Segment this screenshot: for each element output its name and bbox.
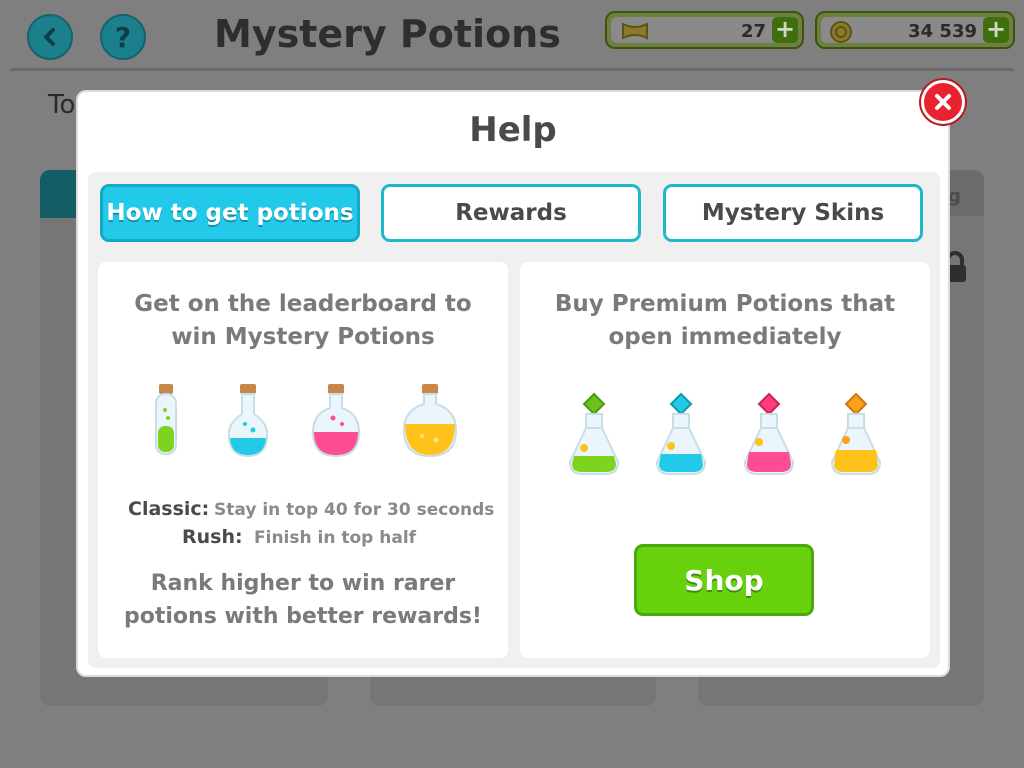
premium-potions-row [520,392,930,478]
potion-icon [312,384,361,458]
classic-mode-label: Classic: [128,498,210,520]
shop-button[interactable]: Shop [634,544,814,616]
premium-potion-icon [831,392,882,475]
coins-counter: 34 539 + [815,11,1015,49]
coin-icon [830,21,852,43]
potion-icon [155,384,178,455]
ticket-icon [622,22,648,40]
premium-potion-icon [743,392,794,475]
dialog-title: Help [469,110,557,150]
header-divider [10,68,1014,71]
rank-hint: Rank higher to win rarer potions with be… [124,571,482,629]
classic-mode-description: Stay in top 40 for 30 seconds [214,500,495,520]
tab-mystery-skins[interactable]: Mystery Skins [663,184,923,242]
close-button[interactable] [921,80,965,124]
tab-how-to-get-potions[interactable]: How to get potions [100,184,360,242]
tickets-value: 27 [740,21,766,42]
tickets-counter: 27 + [605,11,804,49]
tab-rewards[interactable]: Rewards [381,184,641,242]
premium-heading: Buy Premium Potions that open immediatel… [554,291,896,350]
background-subtitle: To [48,90,76,120]
add-tickets-button[interactable]: + [772,17,798,43]
page-title: Mystery Potions [214,12,561,56]
add-coins-button[interactable]: + [983,17,1009,43]
close-icon [935,94,951,110]
rush-mode-label: Rush: [182,526,243,548]
coins-value: 34 539 [908,21,977,42]
leaderboard-heading: Get on the leaderboard to win Mystery Po… [134,291,472,350]
question-icon: ? [114,20,132,54]
back-button[interactable] [27,14,73,60]
potion-icon [402,384,457,458]
premium-potion-icon [568,392,619,475]
rush-mode-description: Finish in top half [254,528,417,548]
help-button[interactable]: ? [100,14,146,60]
premium-potions-card: Buy Premium Potions that open immediatel… [520,262,930,658]
dialog-panel: How to get potions Rewards Mystery Skins… [88,172,940,668]
mystery-potions-row [98,380,508,460]
premium-potion-icon [656,392,707,475]
help-dialog: Help How to get potions Rewards Mystery … [76,90,950,677]
back-arrow-icon [44,28,55,46]
potion-icon [227,384,268,458]
leaderboard-info-card: Get on the leaderboard to win Mystery Po… [98,262,508,658]
